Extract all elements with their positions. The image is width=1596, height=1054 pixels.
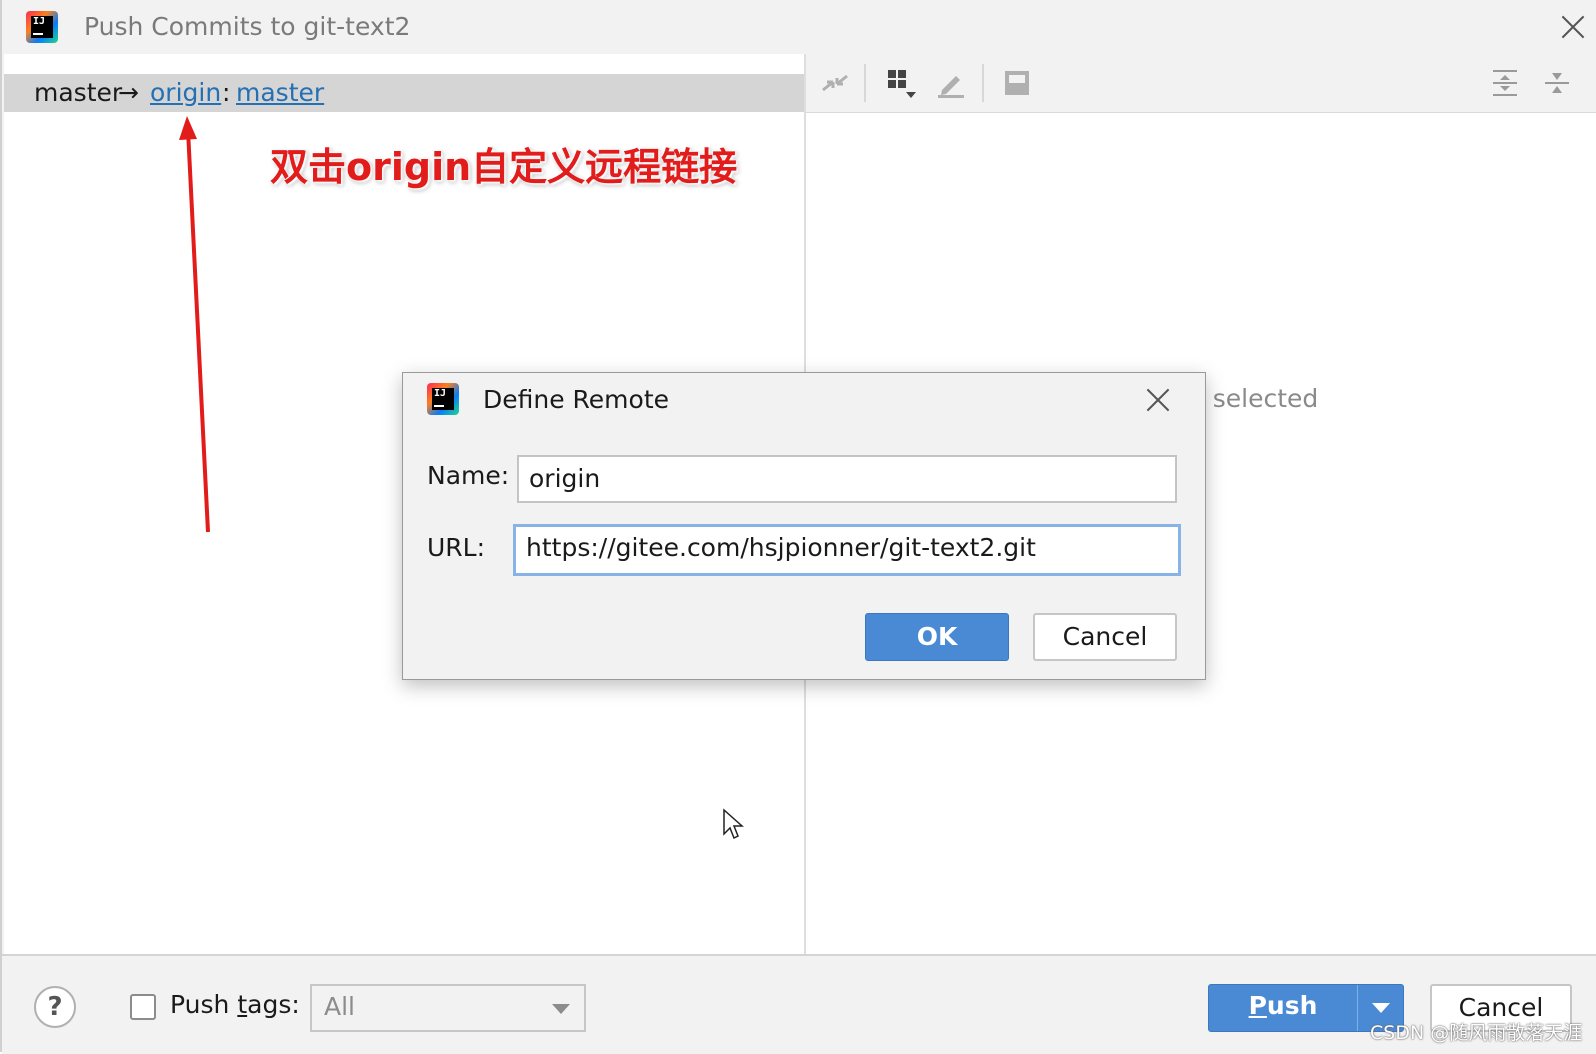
chevron-down-icon [552,1004,570,1014]
annotation-callout: 双击origin自定义远程链接 [270,145,738,189]
toolbar-separator [864,64,866,102]
name-label: Name: [427,461,510,490]
merge-arrows-icon[interactable] [820,68,850,98]
collapse-all-icon[interactable] [1542,68,1572,98]
name-field[interactable]: origin [517,455,1177,503]
bottom-action-bar: ? Push tags: All Push Cancel [2,954,1596,1054]
intellij-app-icon: IJ [427,383,459,415]
define-remote-dialog: IJ Define Remote Name: origin URL: https… [402,372,1206,680]
push-tags-label[interactable]: Push tags: [170,990,300,1019]
dialog-close-icon[interactable] [1143,385,1173,415]
target-branch-link[interactable]: master [236,74,324,112]
details-toolbar [806,54,1596,113]
push-tags-checkbox[interactable] [130,994,156,1020]
push-commits-window: IJ Push Commits to git-text2 master → or… [0,0,1596,1054]
push-tags-select[interactable]: All [310,984,586,1032]
dialog-cancel-button[interactable]: Cancel [1033,613,1177,661]
mouse-cursor-icon [723,808,744,840]
split-view-icon[interactable] [1002,68,1032,98]
expand-all-icon[interactable] [1490,68,1520,98]
push-button-label[interactable]: Push [1209,991,1357,1020]
group-by-icon[interactable] [886,68,916,98]
annotation-arrow [179,116,210,533]
window-close-icon[interactable] [1558,12,1588,42]
watermark: CSDN @随风雨散落天涯 [1370,1022,1583,1044]
ok-button[interactable]: OK [865,613,1009,661]
chevron-down-icon [1372,1003,1390,1013]
push-tags-select-value: All [324,992,355,1021]
dialog-title: Define Remote [483,385,670,414]
url-label: URL: [427,533,486,562]
url-field[interactable]: https://gitee.com/hsjpionner/git-text2.g… [513,524,1181,576]
help-button[interactable]: ? [34,986,76,1028]
edit-icon[interactable] [936,68,966,98]
toolbar-separator [982,64,984,102]
